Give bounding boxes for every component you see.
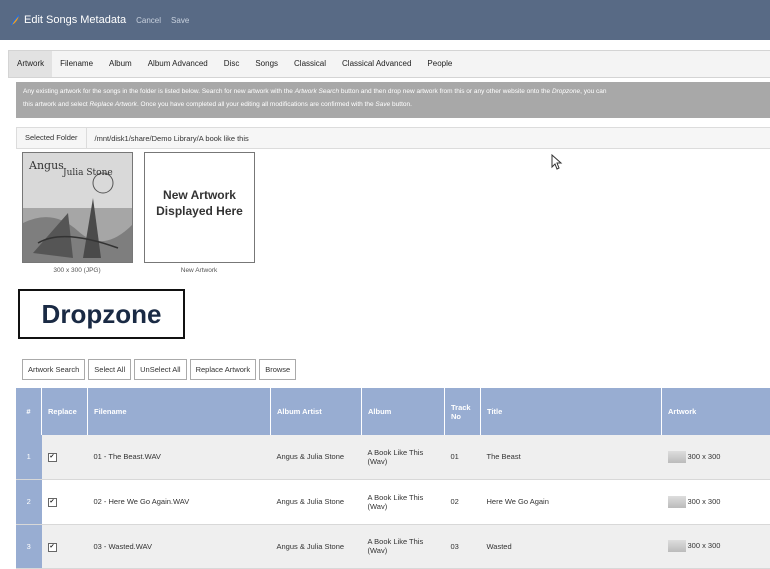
title-cell: The Beast [481,435,662,479]
songs-table: # Replace Filename Album Artist Album Tr… [16,388,770,569]
table-row[interactable]: 2 ✔ 02 - Here We Go Again.WAV Angus & Ju… [16,479,770,524]
app-logo-icon [8,13,22,27]
svg-text:Julia Stone: Julia Stone [62,168,113,178]
col-header-title[interactable]: Title [481,388,662,435]
replace-artwork-button[interactable]: Replace Artwork [190,359,257,380]
row-number: 3 [16,524,42,568]
tab-songs[interactable]: Songs [247,51,286,77]
tab-classical[interactable]: Classical [286,51,334,77]
track-cell: 03 [445,524,481,568]
banner-text: , you can [580,88,606,95]
banner-text: button. [390,101,412,108]
mouse-cursor-icon [551,154,563,170]
artwork-button-row: Artwork Search Select All UnSelect All R… [22,359,296,380]
banner-line-2: this artwork and select Replace Artwork.… [23,98,770,111]
album-artist-cell: Angus & Julia Stone [271,479,362,524]
artwork-cell: 300 x 300 [662,524,770,568]
info-banner: Any existing artwork for the songs in th… [16,82,770,118]
tab-album[interactable]: Album [101,51,140,77]
new-artwork-caption: New Artwork [144,267,254,274]
track-cell: 01 [445,435,481,479]
browse-button[interactable]: Browse [259,359,296,380]
filename-cell: 03 - Wasted.WAV [88,524,271,568]
selected-folder-label: Selected Folder [17,128,87,148]
album-cell: A Book Like This (Wav) [362,479,445,524]
row-number: 1 [16,435,42,479]
artwork-thumbnail [668,496,686,508]
title-cell: Here We Go Again [481,479,662,524]
banner-line-1: Any existing artwork for the songs in th… [23,85,770,98]
banner-emphasis: Dropzone [552,88,580,95]
col-header-num: # [16,388,42,435]
replace-checkbox[interactable]: ✔ [48,543,57,552]
new-artwork-placeholder: New Artwork Displayed Here [145,187,254,219]
tab-artwork[interactable]: Artwork [9,51,52,77]
tab-filename[interactable]: Filename [52,51,101,77]
artwork-size: 300 x 300 [688,452,721,461]
replace-cell: ✔ [42,435,88,479]
col-header-album-artist[interactable]: Album Artist [271,388,362,435]
artwork-size: 300 x 300 [688,541,721,550]
svg-text:Angus: Angus [28,159,64,172]
tab-people[interactable]: People [419,51,460,77]
title-bar: Edit Songs Metadata Cancel Save [0,0,770,40]
banner-text: Any existing artwork for the songs in th… [23,88,295,95]
col-header-artwork[interactable]: Artwork [662,388,770,435]
banner-text: button and then drop new artwork from th… [339,88,552,95]
track-cell: 02 [445,479,481,524]
replace-cell: ✔ [42,524,88,568]
table-row[interactable]: 1 ✔ 01 - The Beast.WAV Angus & Julia Sto… [16,435,770,479]
banner-text: this artwork and select [23,101,89,108]
album-artist-cell: Angus & Julia Stone [271,524,362,568]
title-cell: Wasted [481,524,662,568]
col-header-album[interactable]: Album [362,388,445,435]
row-number: 2 [16,479,42,524]
album-artist-cell: Angus & Julia Stone [271,435,362,479]
album-cell: A Book Like This (Wav) [362,524,445,568]
save-link[interactable]: Save [171,16,189,25]
unselect-all-button[interactable]: UnSelect All [134,359,186,380]
banner-emphasis: Artwork Search [295,88,339,95]
table-header-row: # Replace Filename Album Artist Album Tr… [16,388,770,435]
col-header-replace[interactable]: Replace [42,388,88,435]
selected-folder-path: /mnt/disk1/share/Demo Library/A book lik… [87,134,257,143]
table-row[interactable]: 3 ✔ 03 - Wasted.WAV Angus & Julia Stone … [16,524,770,568]
filename-cell: 01 - The Beast.WAV [88,435,271,479]
cancel-link[interactable]: Cancel [136,16,161,25]
selected-folder-bar: Selected Folder /mnt/disk1/share/Demo Li… [16,127,770,149]
album-cover-image: Angus Julia Stone [23,153,132,262]
tab-classical-advanced[interactable]: Classical Advanced [334,51,419,77]
artwork-cell: 300 x 300 [662,479,770,524]
album-cell: A Book Like This (Wav) [362,435,445,479]
col-header-track-no[interactable]: Track No [445,388,481,435]
banner-emphasis: Replace Artwork [89,101,136,108]
existing-artwork-card[interactable]: Angus Julia Stone [22,152,133,263]
banner-text: . Once you have completed all your editi… [137,101,375,108]
tab-album-advanced[interactable]: Album Advanced [140,51,216,77]
artwork-thumbnail [668,451,686,463]
artwork-search-button[interactable]: Artwork Search [22,359,85,380]
tab-bar: Artwork Filename Album Album Advanced Di… [8,50,770,78]
dropzone[interactable]: Dropzone [18,289,185,339]
col-header-filename[interactable]: Filename [88,388,271,435]
replace-cell: ✔ [42,479,88,524]
existing-artwork-caption: 300 x 300 (JPG) [22,267,132,274]
replace-checkbox[interactable]: ✔ [48,498,57,507]
artwork-size: 300 x 300 [688,496,721,505]
filename-cell: 02 - Here We Go Again.WAV [88,479,271,524]
artwork-cell: 300 x 300 [662,435,770,479]
banner-emphasis: Save [375,101,390,108]
artwork-thumbnail [668,540,686,552]
select-all-button[interactable]: Select All [88,359,131,380]
new-artwork-card[interactable]: New Artwork Displayed Here [144,152,255,263]
page-title: Edit Songs Metadata [24,14,126,26]
tab-disc[interactable]: Disc [216,51,248,77]
replace-checkbox[interactable]: ✔ [48,453,57,462]
